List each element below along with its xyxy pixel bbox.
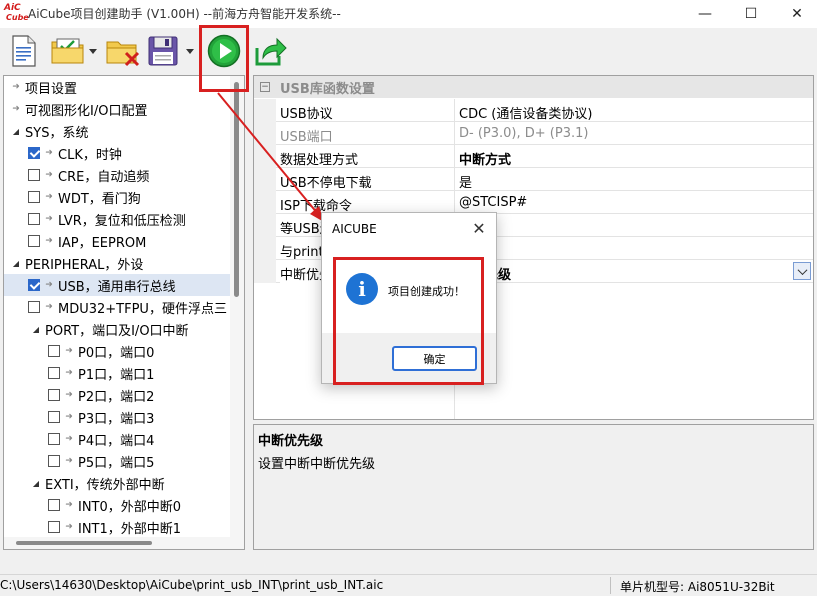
tree-item-clk[interactable]: ➜ CLK，时钟 xyxy=(4,142,230,164)
arrow-right-icon: ➜ xyxy=(45,214,53,224)
run-button-highlight xyxy=(199,25,249,92)
description-title: 中断优先级 xyxy=(258,434,324,449)
expand-triangle-icon[interactable]: ◢ xyxy=(30,479,42,488)
tree-group-exti[interactable]: ◢ EXTI，传统外部中断 xyxy=(4,472,230,494)
arrow-right-icon: ➜ xyxy=(45,170,53,180)
mcu-model: 单片机型号: Ai8051U-32Bit xyxy=(620,580,775,594)
export-icon xyxy=(255,37,287,66)
arrow-right-icon: ➜ xyxy=(65,368,73,378)
window-title: AiCube项目创建助手 (V1.00H) --前海方舟智能开发系统-- xyxy=(28,7,341,21)
tree-vertical-scrollbar[interactable] xyxy=(230,76,244,549)
delete-project-button[interactable] xyxy=(106,34,140,68)
int0-checkbox[interactable] xyxy=(48,499,60,511)
priority-dropdown-button[interactable] xyxy=(793,262,811,280)
open-dropdown-arrow-icon[interactable] xyxy=(89,49,97,54)
usb-checkbox[interactable] xyxy=(28,279,40,291)
arrow-right-icon: ➜ xyxy=(45,302,53,312)
tree-item-usb[interactable]: ➜ USB，通用串行总线 xyxy=(4,274,230,296)
minimize-button[interactable]: — xyxy=(683,0,727,28)
int1-checkbox[interactable] xyxy=(48,521,60,533)
arrow-right-icon: ➜ xyxy=(45,148,53,158)
dialog-title: AICUBE xyxy=(332,222,377,236)
save-project-button[interactable] xyxy=(146,34,180,68)
property-row-usb-protocol[interactable]: USB协议 CDC (通信设备类协议) xyxy=(254,99,813,122)
tree-group-port[interactable]: ◢ PORT，端口及I/O口中断 xyxy=(4,318,230,340)
maximize-button[interactable]: ☐ xyxy=(729,0,773,28)
property-description: 中断优先级 设置中断中断优先级 xyxy=(253,424,814,550)
property-row-usb-download[interactable]: USB不停电下载 是 xyxy=(254,168,813,191)
p3-checkbox[interactable] xyxy=(48,411,60,423)
tree-scroll-thumb[interactable] xyxy=(234,82,239,297)
tree-item-p3[interactable]: ➜ P3口，端口3 xyxy=(4,406,230,428)
tree-horizontal-scrollbar[interactable] xyxy=(4,537,230,549)
expand-triangle-icon[interactable]: ◢ xyxy=(30,325,42,334)
close-window-button[interactable]: ✕ xyxy=(775,0,817,28)
expand-triangle-icon[interactable]: ◢ xyxy=(10,259,22,268)
collapse-icon[interactable]: − xyxy=(260,82,270,92)
dialog-close-button[interactable]: ✕ xyxy=(468,217,490,239)
tree-item-io-config[interactable]: ➜ 可视图形化I/O口配置 xyxy=(4,98,230,120)
p5-checkbox[interactable] xyxy=(48,455,60,467)
arrow-right-icon: ➜ xyxy=(45,280,53,290)
tree-item-int0[interactable]: ➜ INT0，外部中断0 xyxy=(4,494,230,516)
arrow-right-icon: ➜ xyxy=(65,456,73,466)
description-text: 设置中断中断优先级 xyxy=(258,457,376,472)
open-project-button[interactable] xyxy=(50,34,86,68)
project-path: C:\Users\14630\Desktop\AiCube\print_usb_… xyxy=(0,578,384,592)
iap-checkbox[interactable] xyxy=(28,235,40,247)
clk-checkbox[interactable] xyxy=(28,147,40,159)
arrow-right-icon: ➜ xyxy=(65,522,73,532)
p0-checkbox[interactable] xyxy=(48,345,60,357)
arrow-right-icon: ➜ xyxy=(65,412,73,422)
expand-triangle-icon[interactable]: ◢ xyxy=(10,127,22,136)
tree-group-peripheral[interactable]: ◢ PERIPHERAL，外设 xyxy=(4,252,230,274)
arrow-right-icon: ➜ xyxy=(45,236,53,246)
arrow-right-icon: ➜ xyxy=(65,500,73,510)
wdt-checkbox[interactable] xyxy=(28,191,40,203)
arrow-right-icon: ➜ xyxy=(65,390,73,400)
tree-item-cre[interactable]: ➜ CRE，自动追频 xyxy=(4,164,230,186)
export-button[interactable] xyxy=(254,34,288,68)
toolbar xyxy=(0,28,817,74)
delete-project-icon xyxy=(106,41,140,67)
tree-group-sys[interactable]: ◢ SYS，系统 xyxy=(4,120,230,142)
arrow-right-icon: ➜ xyxy=(12,104,20,114)
arrow-right-icon: ➜ xyxy=(12,82,20,92)
property-row-isp-command[interactable]: ISP下载命令 @STCISP# xyxy=(254,191,813,214)
tree-item-mdu32[interactable]: ➜ MDU32+TFPU，硬件浮点三 xyxy=(4,296,230,318)
tree-item-p1[interactable]: ➜ P1口，端口1 xyxy=(4,362,230,384)
tree-item-p2[interactable]: ➜ P2口，端口2 xyxy=(4,384,230,406)
lvr-checkbox[interactable] xyxy=(28,213,40,225)
mdu32-checkbox[interactable] xyxy=(28,301,40,313)
dialog-highlight xyxy=(333,257,484,385)
new-project-icon xyxy=(12,35,36,67)
tree-item-iap[interactable]: ➜ IAP，EEPROM xyxy=(4,230,230,252)
arrow-right-icon: ➜ xyxy=(65,346,73,356)
property-group-header[interactable]: − USB库函数设置 xyxy=(254,76,813,98)
arrow-right-icon: ➜ xyxy=(65,434,73,444)
save-dropdown-arrow-icon[interactable] xyxy=(186,49,194,54)
module-tree[interactable]: ➜ 项目设置 ➜ 可视图形化I/O口配置 ◢ SYS，系统 ➜ CLK，时钟 ➜… xyxy=(3,75,245,550)
tree-item-int1[interactable]: ➜ INT1，外部中断1 xyxy=(4,516,230,538)
title-bar: AiC Cube AiCube项目创建助手 (V1.00H) --前海方舟智能开… xyxy=(0,0,817,28)
tree-item-p0[interactable]: ➜ P0口，端口0 xyxy=(4,340,230,362)
app-logo-icon: AiC Cube xyxy=(4,3,29,22)
save-project-icon xyxy=(148,36,178,66)
property-row-data-mode[interactable]: 数据处理方式 中断方式 xyxy=(254,145,813,168)
status-bar: C:\Users\14630\Desktop\AiCube\print_usb_… xyxy=(0,574,817,596)
tree-item-lvr[interactable]: ➜ LVR，复位和低压检测 xyxy=(4,208,230,230)
open-project-icon xyxy=(51,38,84,64)
tree-item-p5[interactable]: ➜ P5口，端口5 xyxy=(4,450,230,472)
tree-item-wdt[interactable]: ➜ WDT，看门狗 xyxy=(4,186,230,208)
p4-checkbox[interactable] xyxy=(48,433,60,445)
arrow-right-icon: ➜ xyxy=(45,192,53,202)
p2-checkbox[interactable] xyxy=(48,389,60,401)
property-row-usb-port: USB端口 D- (P3.0), D+ (P3.1) xyxy=(254,122,813,145)
tree-hscroll-thumb[interactable] xyxy=(16,541,152,545)
tree-item-p4[interactable]: ➜ P4口，端口4 xyxy=(4,428,230,450)
tree-item-project-settings[interactable]: ➜ 项目设置 xyxy=(4,76,230,98)
cre-checkbox[interactable] xyxy=(28,169,40,181)
p1-checkbox[interactable] xyxy=(48,367,60,379)
new-project-button[interactable] xyxy=(8,34,40,68)
